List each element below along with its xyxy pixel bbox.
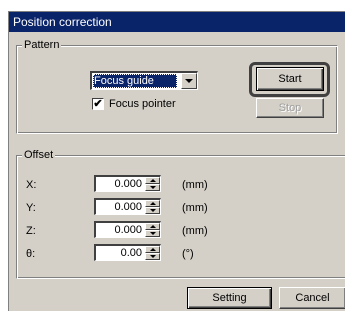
offset-theta-label: θ: (26, 248, 36, 260)
chevron-down-icon[interactable] (181, 73, 197, 89)
offset-theta-value[interactable]: 0.00 (96, 246, 143, 260)
pattern-combo[interactable]: Focus guide (90, 71, 198, 90)
focus-pointer-label: Focus pointer (109, 98, 176, 110)
pattern-group-label: Pattern (22, 38, 62, 52)
offset-x-value[interactable]: 0.000 (96, 177, 143, 191)
offset-x-label: X: (26, 179, 37, 191)
offset-z-label: Z: (26, 225, 36, 237)
start-button[interactable]: Start (256, 67, 324, 91)
offset-theta-unit: (°) (182, 248, 194, 260)
offset-x-spinner[interactable]: 0.000 (94, 175, 161, 192)
spin-down-icon[interactable] (145, 253, 160, 260)
window-title: Position correction (9, 12, 345, 32)
offset-group-label: Offset (22, 148, 56, 162)
spin-up-icon[interactable] (145, 223, 160, 230)
offset-group-frame (16, 155, 345, 279)
spin-up-icon[interactable] (145, 177, 160, 184)
offset-y-unit: (mm) (182, 202, 208, 214)
pattern-combo-value: Focus guide (93, 74, 177, 88)
offset-z-spinner[interactable]: 0.000 (94, 221, 161, 238)
offset-y-value[interactable]: 0.000 (96, 200, 143, 214)
spin-up-icon[interactable] (145, 246, 160, 253)
focus-pointer-checkbox[interactable]: ✔ (92, 98, 104, 110)
cancel-button[interactable]: Cancel (279, 287, 345, 309)
offset-z-value[interactable]: 0.000 (96, 223, 143, 237)
offset-x-unit: (mm) (182, 179, 208, 191)
offset-y-spinner[interactable]: 0.000 (94, 198, 161, 215)
position-correction-window: Position correction Pattern Focus guide … (8, 11, 345, 311)
offset-theta-spinner[interactable]: 0.00 (94, 244, 161, 261)
offset-z-unit: (mm) (182, 225, 208, 237)
offset-group: Offset (16, 148, 345, 279)
spin-down-icon[interactable] (145, 207, 160, 214)
spin-down-icon[interactable] (145, 230, 160, 237)
spin-down-icon[interactable] (145, 184, 160, 191)
stop-button[interactable]: Stop (256, 98, 324, 118)
setting-button[interactable]: Setting (187, 287, 272, 309)
spin-up-icon[interactable] (145, 200, 160, 207)
offset-y-label: Y: (26, 202, 36, 214)
